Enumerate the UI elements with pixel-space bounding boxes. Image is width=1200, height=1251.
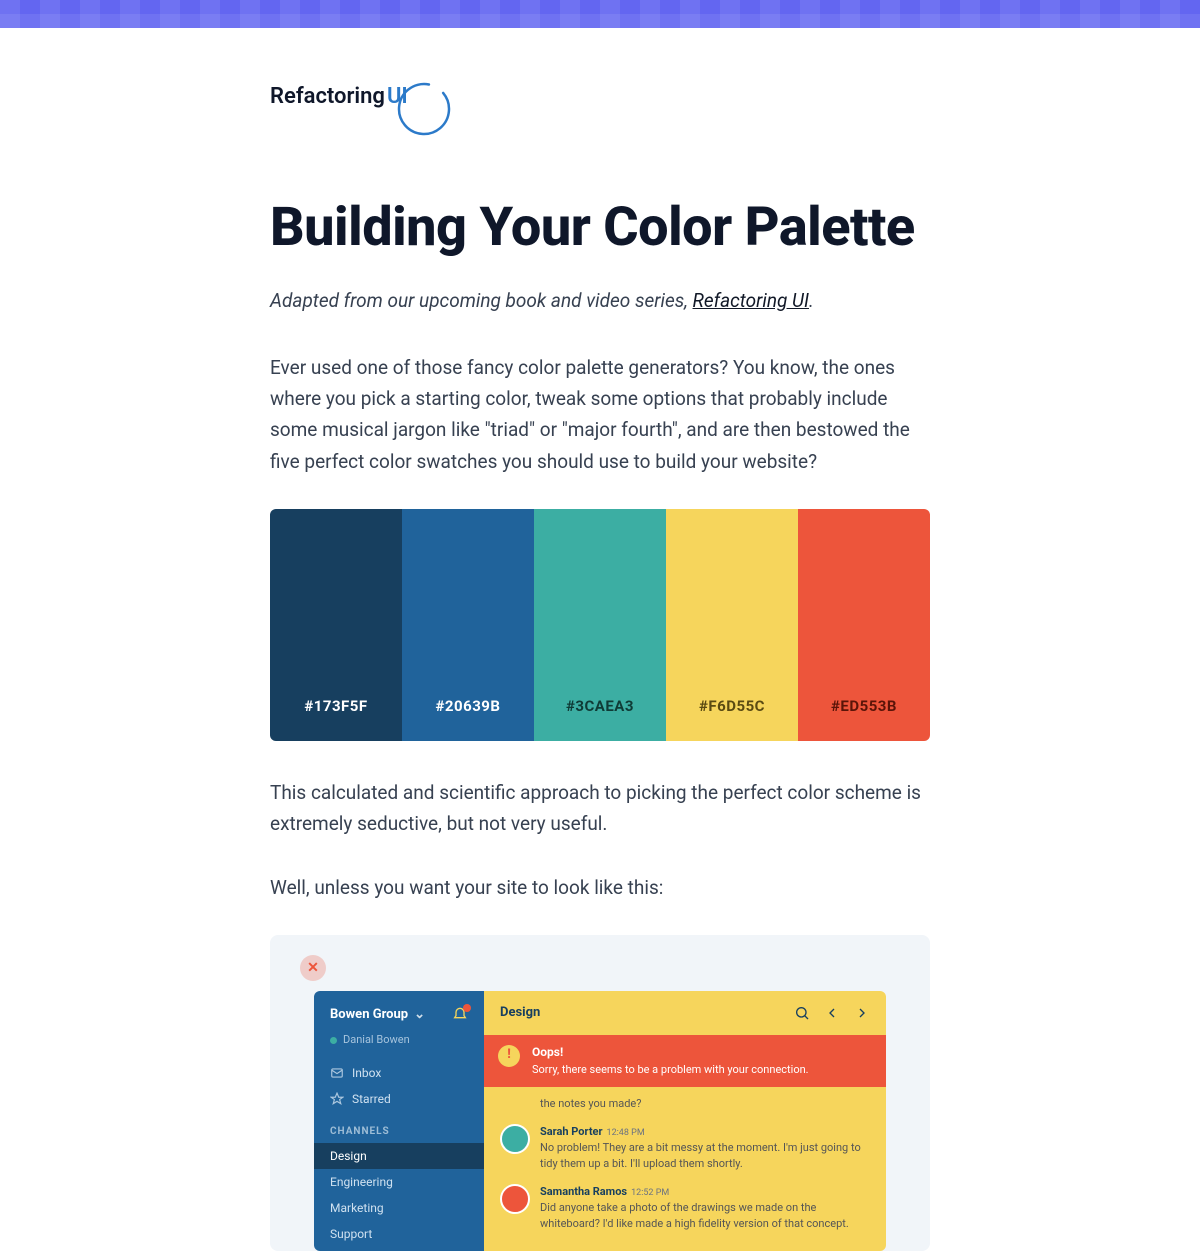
swatch-5: #ED553B [798, 509, 930, 741]
mock-alert-title: Oops! [532, 1045, 870, 1061]
avatar [500, 1124, 530, 1154]
logo-ring-icon [396, 81, 452, 137]
mock-msg-fragment: the notes you made? [500, 1093, 870, 1118]
swatch-4: #F6D55C [666, 509, 798, 741]
intro-line: Adapted from our upcoming book and video… [270, 287, 930, 316]
mock-alert-body: Sorry, there seems to be a problem with … [532, 1063, 809, 1076]
mock-msg-1-text: No problem! They are a bit messy at the … [540, 1140, 870, 1172]
mock-channel-engineering: Engineering [314, 1169, 484, 1195]
search-icon [794, 1005, 810, 1021]
mock-app-window: Bowen Group ⌄ Danial Bowen Inbox [314, 991, 886, 1251]
intro-prefix: Adapted from our upcoming book and video… [270, 289, 693, 312]
body-paragraph-3: Well, unless you want your site to look … [270, 872, 930, 903]
mock-current-user: Danial Bowen [314, 1033, 484, 1060]
mock-msg-2-text: Did anyone take a photo of the drawings … [540, 1200, 870, 1232]
header-pattern [0, 0, 1200, 28]
swatch-5-hex: #ED553B [831, 697, 897, 715]
mock-msg-1-name: Sarah Porter [540, 1125, 603, 1138]
page-title: Building Your Color Palette [270, 196, 930, 259]
article: RefactoringUI Building Your Color Palett… [270, 28, 930, 1251]
mock-header-bar: Design [484, 991, 886, 1035]
brand-logo[interactable]: RefactoringUI [270, 84, 930, 140]
book-link[interactable]: Refactoring UI [693, 289, 809, 312]
logo-word-1: Refactoring [270, 84, 385, 109]
color-palette: #173F5F #20639B #3CAEA3 #F6D55C #ED553B [270, 509, 930, 741]
avatar [500, 1184, 530, 1214]
mock-user-name: Danial Bowen [343, 1033, 410, 1046]
swatch-2-hex: #20639B [436, 697, 501, 715]
alert-icon: ! [498, 1045, 520, 1067]
arrow-right-icon [854, 1005, 870, 1021]
mock-sidebar: Bowen Group ⌄ Danial Bowen Inbox [314, 991, 484, 1251]
mock-alert: ! Oops! Sorry, there seems to be a probl… [484, 1035, 886, 1087]
mock-channel-design: Design [314, 1143, 484, 1169]
mock-message-1: Sarah Porter 12:48 PM No problem! They ar… [500, 1118, 870, 1178]
swatch-1-hex: #173F5F [304, 697, 367, 715]
mock-message-feed: the notes you made? Sarah Porter 12:48 PM… [484, 1087, 886, 1251]
swatch-1: #173F5F [270, 509, 402, 741]
mock-msg-2-name: Samantha Ramos [540, 1185, 627, 1198]
mock-room-name: Design [500, 1005, 540, 1020]
mock-nav-starred: Starred [314, 1086, 484, 1112]
mock-msg-2-time: 12:52 PM [631, 1188, 669, 1198]
inbox-icon [330, 1066, 344, 1080]
arrow-left-icon [824, 1005, 840, 1021]
swatch-2: #20639B [402, 509, 534, 741]
mock-nav-inbox: Inbox [314, 1060, 484, 1086]
mock-section-heading: CHANNELS [314, 1112, 484, 1143]
close-icon: ✕ [300, 955, 326, 981]
swatch-3-hex: #3CAEA3 [566, 697, 634, 715]
bell-icon [452, 1007, 468, 1023]
presence-dot-icon [330, 1037, 337, 1044]
mock-team-switcher: Bowen Group ⌄ [314, 1007, 484, 1033]
chevron-down-icon: ⌄ [414, 1007, 425, 1022]
swatch-3: #3CAEA3 [534, 509, 666, 741]
bad-example-mockup: ✕ Bowen Group ⌄ Danial Bowen Inbo [270, 935, 930, 1251]
body-paragraph-1: Ever used one of those fancy color palet… [270, 352, 930, 477]
mock-message-2: Samantha Ramos 12:52 PM Did anyone take a… [500, 1178, 870, 1238]
intro-suffix: . [809, 289, 814, 312]
mock-msg-1-time: 12:48 PM [607, 1128, 645, 1138]
star-icon [330, 1092, 344, 1106]
swatch-4-hex: #F6D55C [699, 697, 765, 715]
body-paragraph-2: This calculated and scientific approach … [270, 777, 930, 840]
mock-nav-inbox-label: Inbox [352, 1066, 381, 1080]
mock-team-name: Bowen Group [330, 1007, 408, 1022]
mock-main: Design ! Oops! [484, 991, 886, 1251]
mock-nav-starred-label: Starred [352, 1092, 391, 1106]
mock-channel-marketing: Marketing [314, 1195, 484, 1221]
mock-channel-support: Support [314, 1221, 484, 1247]
